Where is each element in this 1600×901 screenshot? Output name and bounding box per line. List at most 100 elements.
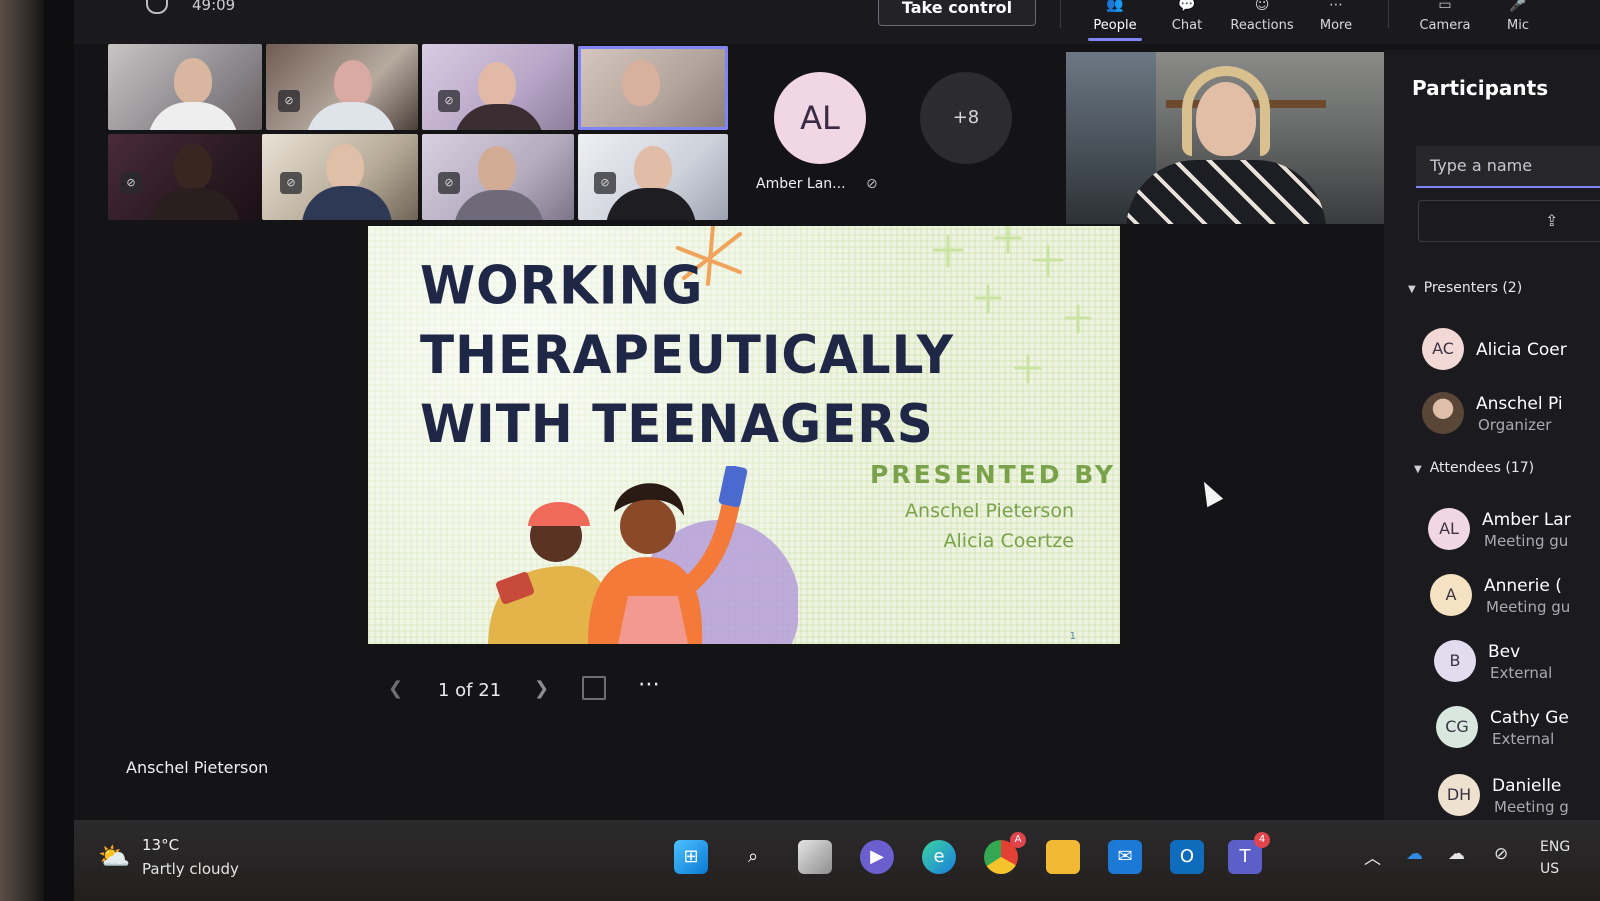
task-view-icon[interactable] (798, 840, 832, 874)
camera-icon: ▭ (1438, 0, 1452, 13)
presented-by-heading: PRESENTED BY (870, 460, 1117, 489)
chat-label: Chat (1171, 18, 1203, 33)
monitor-bezel-left (0, 0, 44, 901)
share-invite-box[interactable]: ⇪ (1418, 200, 1600, 242)
participant-video-tile[interactable]: ⊘ (266, 44, 418, 130)
take-control-button[interactable]: Take control (878, 0, 1036, 26)
participant-row[interactable]: DH Danielle Meeting g (1438, 774, 1600, 820)
participant-role: External (1490, 664, 1553, 682)
participant-avatar: B (1434, 640, 1476, 682)
participant-row[interactable]: B Bev External (1434, 640, 1600, 690)
participant-avatar[interactable]: AL (774, 72, 866, 164)
mail-icon[interactable]: ✉ (1108, 840, 1142, 874)
next-slide-button[interactable]: ❯ (534, 678, 549, 699)
participant-face (326, 144, 364, 190)
onedrive-icon[interactable]: ☁ (1406, 844, 1423, 864)
people-button[interactable]: 👥 People (1084, 0, 1146, 44)
weather-temperature[interactable]: 13°C (142, 836, 179, 854)
language-code: ENG (1540, 839, 1571, 855)
muted-mic-icon: ⊘ (594, 172, 616, 194)
more-label: More (1319, 18, 1353, 33)
cloud-icon[interactable]: ☁ (1448, 844, 1465, 864)
presenters-section-header[interactable]: ▼ Presenters (2) (1408, 280, 1522, 296)
participant-face (478, 146, 516, 192)
chat-icon: 💬 (1178, 0, 1196, 13)
participant-row[interactable]: AC Alicia Coer (1422, 328, 1600, 378)
reactions-button[interactable]: ☺ Reactions (1226, 0, 1298, 44)
participants-panel: Participants Type a name ⇪ ▼ Presenters (… (1384, 50, 1600, 820)
slide-title-line: WITH TEENAGERS (420, 393, 934, 455)
mic-muted-tray-icon[interactable]: ⊘ (1494, 844, 1508, 864)
participant-role: Meeting gu (1484, 532, 1569, 550)
muted-mic-icon: ⊘ (438, 90, 460, 112)
chat-button[interactable]: 💬 Chat (1160, 0, 1214, 44)
search-placeholder: Type a name (1430, 156, 1533, 175)
more-button[interactable]: ⋯ More (1308, 0, 1364, 44)
slide-overview-icon[interactable] (582, 676, 606, 700)
participant-video-tile[interactable]: ⊘ (262, 134, 418, 220)
edge-browser-icon[interactable]: e (922, 840, 956, 874)
participant-role: External (1492, 730, 1555, 748)
participant-body (302, 186, 392, 220)
participant-photo (1422, 392, 1464, 434)
teams-chat-icon[interactable]: ▶ (860, 840, 894, 874)
shared-slide: WORKING THERAPEUTICALLY WITH TEENAGERS P… (368, 226, 1120, 644)
participant-body (454, 104, 544, 130)
teams-meeting-window: 49:09 Take control 👥 People 💬 Chat ☺ Rea… (74, 0, 1600, 820)
participant-face (334, 60, 372, 106)
partly-cloudy-icon[interactable]: ⛅ (98, 842, 130, 872)
previous-slide-button[interactable]: ❮ (388, 678, 403, 699)
more-participants-button[interactable]: +8 (920, 72, 1012, 164)
meeting-toolbar: 49:09 Take control 👥 People 💬 Chat ☺ Rea… (74, 0, 1600, 44)
notification-badge: A (1010, 832, 1026, 848)
attendees-section-header[interactable]: ▼ Attendees (17) (1414, 460, 1534, 476)
slide-title-line: THERAPEUTICALLY (420, 324, 954, 386)
participant-face (478, 62, 516, 108)
participant-video-tile[interactable] (108, 44, 262, 130)
teams-icon[interactable]: T 4 (1228, 832, 1270, 874)
muted-mic-icon: ⊘ (280, 172, 302, 194)
participant-name: Annerie ( (1484, 576, 1562, 596)
file-explorer-icon[interactable] (1046, 840, 1080, 874)
meeting-timer: 49:09 (192, 0, 236, 14)
participant-search-input[interactable]: Type a name (1416, 146, 1600, 188)
panel-title: Participants (1412, 76, 1549, 100)
start-button[interactable]: ⊞ (674, 840, 708, 874)
monitor-bezel-inner (44, 0, 74, 901)
participant-name: Anschel Pi (1476, 394, 1563, 414)
participant-body (306, 102, 396, 130)
participant-row[interactable]: AL Amber Lar Meeting gu (1428, 508, 1600, 558)
weather-description[interactable]: Partly cloudy (142, 860, 239, 878)
camera-button[interactable]: ▭ Camera (1412, 0, 1478, 44)
slide-more-options-icon[interactable]: ⋯ (638, 672, 660, 697)
active-speaker-tile[interactable] (578, 46, 728, 130)
share-icon[interactable]: ⇪ (1545, 211, 1558, 230)
mic-button[interactable]: 🎤 Mic (1498, 0, 1538, 44)
participant-role: Organizer (1478, 416, 1552, 434)
participant-video-tile[interactable]: ⊘ (422, 134, 574, 220)
participant-row[interactable]: Anschel Pi Organizer (1422, 392, 1600, 442)
slide-title-line: WORKING (420, 255, 704, 317)
slide-counter: 1 of 21 (438, 680, 502, 701)
participant-row[interactable]: A Annerie ( Meeting gu (1430, 574, 1600, 624)
search-icon[interactable]: ⌕ (736, 840, 770, 874)
participant-video-tile[interactable]: ⊘ (422, 44, 574, 130)
language-indicator[interactable]: ENG US (1540, 836, 1570, 880)
participant-role: Meeting g (1494, 798, 1569, 816)
presenter-video[interactable] (1066, 52, 1384, 224)
participant-row[interactable]: CG Cathy Ge External (1436, 706, 1600, 756)
reactions-label: Reactions (1230, 18, 1294, 33)
outlook-icon[interactable]: O (1170, 840, 1204, 874)
participant-video-tile[interactable]: ⊘ (108, 134, 262, 220)
slide-title: WORKING THERAPEUTICALLY WITH TEENAGERS (420, 251, 954, 459)
participant-avatar: CG (1436, 706, 1478, 748)
chrome-browser-icon[interactable]: A (984, 832, 1026, 874)
participant-name: Bev (1488, 642, 1521, 662)
chevron-up-icon[interactable]: ︿ (1364, 844, 1381, 869)
participant-body (150, 188, 240, 220)
participant-name: Amber Lan... (756, 176, 846, 192)
chevron-down-icon: ▼ (1414, 464, 1422, 475)
participant-video-tile[interactable]: ⊘ (578, 134, 728, 220)
participant-avatar: DH (1438, 774, 1480, 816)
toolbar-divider (1388, 0, 1389, 28)
